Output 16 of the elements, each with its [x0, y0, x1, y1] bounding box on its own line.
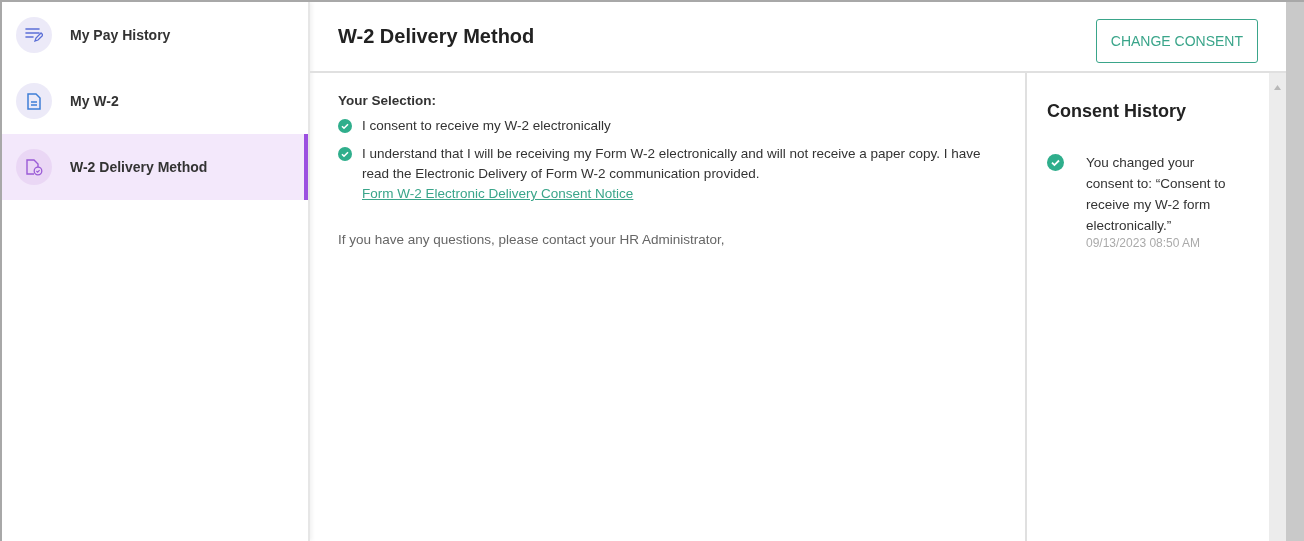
history-entry-time: 09/13/2023 08:50 AM: [1086, 236, 1202, 250]
document-icon: [27, 92, 41, 110]
sidebar-item[interactable]: W-2 Delivery Method: [2, 134, 308, 200]
history-title: Consent History: [1047, 101, 1188, 122]
selection-text: I consent to receive my W-2 electronically: [362, 117, 611, 135]
sidebar-item[interactable]: My Pay History: [2, 2, 308, 68]
list-edit-icon: [25, 28, 43, 42]
scrollbar[interactable]: [1269, 73, 1286, 541]
sidebar-item[interactable]: My W-2: [2, 68, 308, 134]
scroll-up-icon[interactable]: [1274, 85, 1281, 90]
contact-note: If you have any questions, please contact your HR Administrator,: [338, 232, 726, 247]
document-check-icon: [25, 158, 43, 176]
selection-text: I understand that I will be receiving my Form W-2 electronically and will not receive a paper copy. I have read the Electronic Delivery of Form W-2 communication provided.: [362, 145, 982, 183]
selection-heading: Your Selection:: [338, 93, 437, 108]
history-entry-text: You changed your consent to: “Consent to receive my W-2 form electronically.”: [1086, 154, 1227, 235]
page-title: W-2 Delivery Method: [338, 25, 535, 48]
